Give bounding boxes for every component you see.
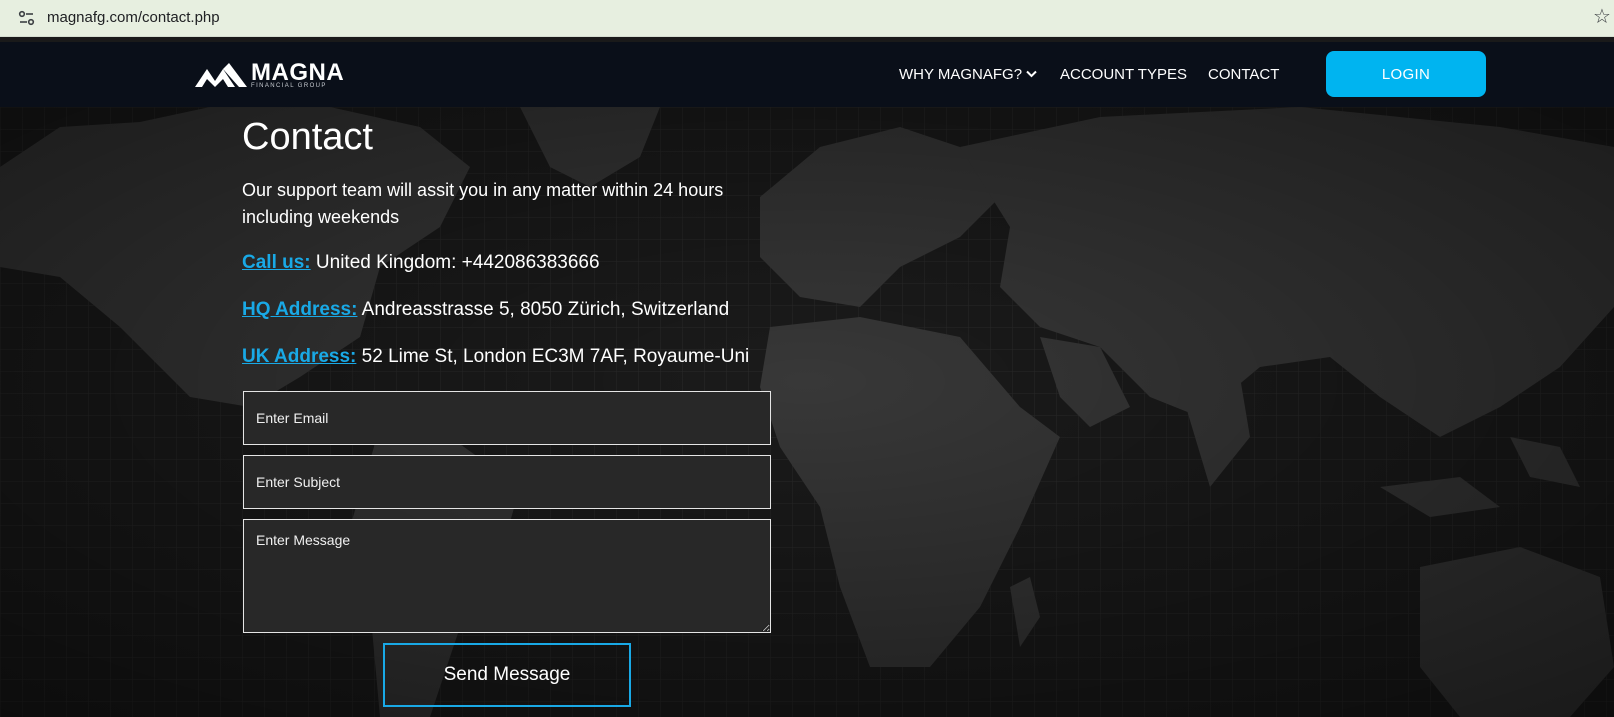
- star-icon[interactable]: ☆: [1593, 6, 1611, 28]
- hq-address-line: HQ Address: Andreasstrasse 5, 8050 Züric…: [242, 298, 729, 322]
- browser-address-bar: magnafg.com/contact.php ☆: [0, 0, 1614, 37]
- nav-contact[interactable]: CONTACT: [1208, 66, 1279, 84]
- logo-mark-icon: [195, 63, 247, 87]
- call-us-line: Call us: United Kingdom: +442086383666: [242, 251, 600, 275]
- hq-address-link[interactable]: HQ Address:: [242, 299, 357, 320]
- site-header: MAGNA FINANCIAL GROUP WHY MAGNAFG? ACCOU…: [0, 42, 1614, 107]
- nav-why-label: WHY MAGNAFG?: [899, 66, 1023, 83]
- send-message-button[interactable]: Send Message: [383, 643, 631, 707]
- chevron-down-icon: [1026, 70, 1037, 78]
- email-field[interactable]: [243, 391, 771, 445]
- nav-account-types[interactable]: ACCOUNT TYPES: [1060, 66, 1187, 84]
- nav-why-magnafg[interactable]: WHY MAGNAFG?: [899, 66, 1037, 84]
- hq-address-value: Andreasstrasse 5, 8050 Zürich, Switzerla…: [361, 299, 730, 320]
- call-us-value: United Kingdom: +442086383666: [315, 252, 600, 273]
- intro-text: Our support team will assit you in any m…: [242, 180, 724, 227]
- call-us-link[interactable]: Call us:: [242, 252, 311, 273]
- contact-section: Contact Our support team will assit you …: [0, 107, 1614, 717]
- uk-address-value: 52 Lime St, London EC3M 7AF, Royaume-Uni: [361, 346, 750, 367]
- url-text[interactable]: magnafg.com/contact.php: [47, 9, 220, 26]
- uk-address-link[interactable]: UK Address:: [242, 346, 356, 367]
- tune-icon[interactable]: [17, 8, 37, 28]
- login-button[interactable]: LOGIN: [1326, 51, 1486, 97]
- logo[interactable]: MAGNA FINANCIAL GROUP: [195, 60, 344, 90]
- page-title: Contact: [242, 116, 373, 158]
- message-field[interactable]: [243, 519, 771, 633]
- logo-subtext: FINANCIAL GROUP: [251, 83, 327, 89]
- uk-address-line: UK Address: 52 Lime St, London EC3M 7AF,…: [242, 345, 749, 369]
- subject-field[interactable]: [243, 455, 771, 509]
